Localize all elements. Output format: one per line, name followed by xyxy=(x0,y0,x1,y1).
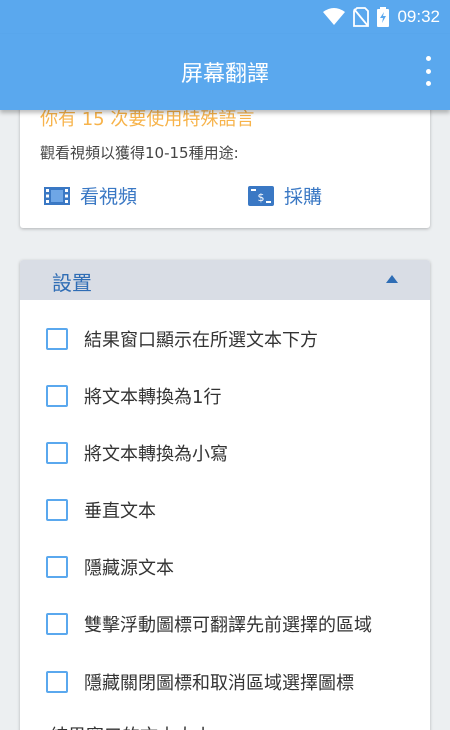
svg-text:$: $ xyxy=(258,191,265,204)
option-lowercase[interactable]: 將文本轉換為小寫 xyxy=(46,436,416,470)
battery-charging-icon xyxy=(377,7,390,27)
option-double-tap-retranslate[interactable]: 雙擊浮動圖標可翻譯先前選擇的區域 xyxy=(46,607,416,641)
result-text-size-row[interactable]: 結果窗口的文本大小 xyxy=(50,722,212,730)
checkbox[interactable] xyxy=(46,671,68,693)
checkbox[interactable] xyxy=(46,556,68,578)
option-label: 將文本轉換為小寫 xyxy=(84,444,228,465)
purchase-label: 採購 xyxy=(284,186,323,208)
option-convert-one-line[interactable]: 將文本轉換為1行 xyxy=(46,379,416,413)
app-bar: 屏幕翻譯 xyxy=(0,34,450,110)
settings-header[interactable]: 設置 xyxy=(20,260,430,300)
more-options-icon[interactable] xyxy=(420,56,436,86)
watch-video-note: 觀看視頻以獲得10-15種用途: xyxy=(40,144,239,162)
option-label: 隱藏源文本 xyxy=(84,558,174,579)
option-label: 將文本轉換為1行 xyxy=(84,387,222,408)
watch-video-button[interactable]: 看視頻 xyxy=(44,182,137,209)
payment-icon: $ xyxy=(248,185,274,206)
option-label: 垂直文本 xyxy=(84,501,156,522)
settings-card: 設置 結果窗口顯示在所選文本下方 將文本轉換為1行 將文本轉換為小寫 垂直文本 … xyxy=(20,260,430,730)
watch-video-label: 看視頻 xyxy=(80,186,138,208)
status-bar: 09:32 xyxy=(0,0,450,34)
collapse-arrow-icon[interactable] xyxy=(386,275,398,283)
option-result-below-selection[interactable]: 結果窗口顯示在所選文本下方 xyxy=(46,322,416,356)
checkbox[interactable] xyxy=(46,385,68,407)
wifi-icon xyxy=(323,8,346,25)
checkbox[interactable] xyxy=(46,499,68,521)
option-label: 雙擊浮動圖標可翻譯先前選擇的區域 xyxy=(84,615,372,636)
purchase-button[interactable]: $ 採購 xyxy=(248,182,322,209)
status-time: 09:32 xyxy=(397,7,440,26)
status-icons: 09:32 xyxy=(323,6,440,28)
checkbox[interactable] xyxy=(46,442,68,464)
option-label: 隱藏關閉圖標和取消區域選擇圖標 xyxy=(84,673,354,694)
film-icon xyxy=(44,186,70,205)
settings-title: 設置 xyxy=(52,271,92,295)
checkbox[interactable] xyxy=(46,328,68,350)
checkbox[interactable] xyxy=(46,613,68,635)
option-vertical-text[interactable]: 垂直文本 xyxy=(46,493,416,527)
option-hide-close-icons[interactable]: 隱藏關閉圖標和取消區域選擇圖標 xyxy=(46,665,416,699)
option-label: 結果窗口顯示在所選文本下方 xyxy=(84,330,318,351)
usage-offer-card: 你有 15 次要使用特殊語言 觀看視頻以獲得10-15種用途: 看視頻 $ 採購 xyxy=(20,92,430,228)
app-title: 屏幕翻譯 xyxy=(180,62,269,87)
option-hide-source-text[interactable]: 隱藏源文本 xyxy=(46,550,416,584)
no-sim-icon xyxy=(353,7,370,27)
